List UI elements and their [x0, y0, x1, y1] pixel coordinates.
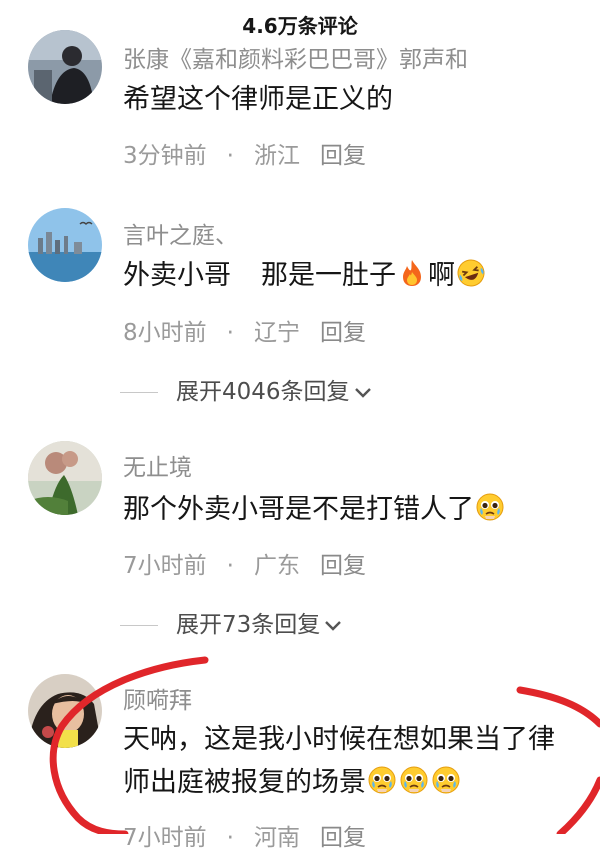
- laughing-tears-emoji: [457, 259, 485, 287]
- avatar[interactable]: [28, 30, 102, 104]
- avatar[interactable]: [28, 674, 102, 748]
- chevron-down-icon: [354, 379, 372, 405]
- comment-meta: 8小时前 · 辽宁 回复: [123, 313, 366, 347]
- comment-meta: 7小时前 · 广东 回复: [123, 546, 366, 580]
- comment-location: 辽宁: [253, 320, 300, 346]
- comment-text: 师出庭被报复的场景: [123, 762, 600, 804]
- comment-username[interactable]: 无止境: [123, 448, 192, 482]
- comment-text-line: 天呐，这是我小时候在想如果当了律: [123, 724, 555, 755]
- expand-replies-label: 展开4046条回复: [176, 379, 350, 405]
- comment-text-part: 那是一肚子: [261, 260, 396, 291]
- comment-count-title: 4.6万条评论: [242, 14, 358, 38]
- reply-button[interactable]: 回复: [320, 320, 366, 346]
- comment-meta: 7小时前 · 河南 回复: [123, 818, 366, 852]
- comment-time: 7小时前: [123, 553, 207, 579]
- comment-username[interactable]: 张康《嘉和颜料彩巴巴哥》郭声和: [123, 40, 468, 74]
- reply-button[interactable]: 回复: [320, 553, 366, 579]
- avatar[interactable]: [28, 441, 102, 515]
- reply-button[interactable]: 回复: [320, 143, 366, 169]
- comments-header: 4.6万条评论: [0, 0, 600, 44]
- comment-text-part: 外卖小哥: [123, 260, 231, 291]
- pleading-face-emoji: [400, 766, 428, 794]
- expand-replies-button[interactable]: 展开4046条回复: [120, 372, 372, 406]
- comment-location: 河南: [253, 825, 300, 851]
- chevron-down-icon: [324, 612, 342, 638]
- reply-button[interactable]: 回复: [320, 825, 366, 851]
- separator-dot: ·: [226, 825, 234, 851]
- fire-emoji: [403, 260, 421, 286]
- divider-line: [120, 625, 158, 626]
- comment-text-part: 那个外卖小哥是不是打错人了: [123, 494, 474, 525]
- comment-time: 8小时前: [123, 320, 207, 346]
- expand-replies-button[interactable]: 展开73条回复: [120, 605, 342, 639]
- separator-dot: ·: [226, 553, 234, 579]
- pleading-face-emoji: [432, 766, 460, 794]
- separator-dot: ·: [226, 320, 234, 346]
- pleading-face-emoji: [368, 766, 396, 794]
- comment-username[interactable]: 言叶之庭、: [123, 216, 238, 250]
- comment-location: 浙江: [253, 143, 300, 169]
- comment-meta: 3分钟前 · 浙江 回复: [123, 136, 366, 170]
- comment-username[interactable]: 顾嗬拜: [123, 681, 192, 715]
- comment-text: 那个外卖小哥是不是打错人了: [123, 489, 600, 531]
- comment-time: 7小时前: [123, 825, 207, 851]
- avatar[interactable]: [28, 208, 102, 282]
- separator-dot: ·: [226, 143, 234, 169]
- comment-text: 希望这个律师是正义的: [123, 84, 393, 115]
- divider-line: [120, 392, 158, 393]
- pleading-face-emoji: [476, 493, 504, 521]
- comment-location: 广东: [253, 553, 300, 579]
- comment-time: 3分钟前: [123, 143, 207, 169]
- comment-text-part: 啊: [428, 260, 455, 291]
- expand-replies-label: 展开73条回复: [176, 612, 321, 638]
- comment-text-part: 师出庭被报复的场景: [123, 767, 366, 798]
- comment-text: 外卖小哥 那是一肚子 啊: [123, 255, 600, 297]
